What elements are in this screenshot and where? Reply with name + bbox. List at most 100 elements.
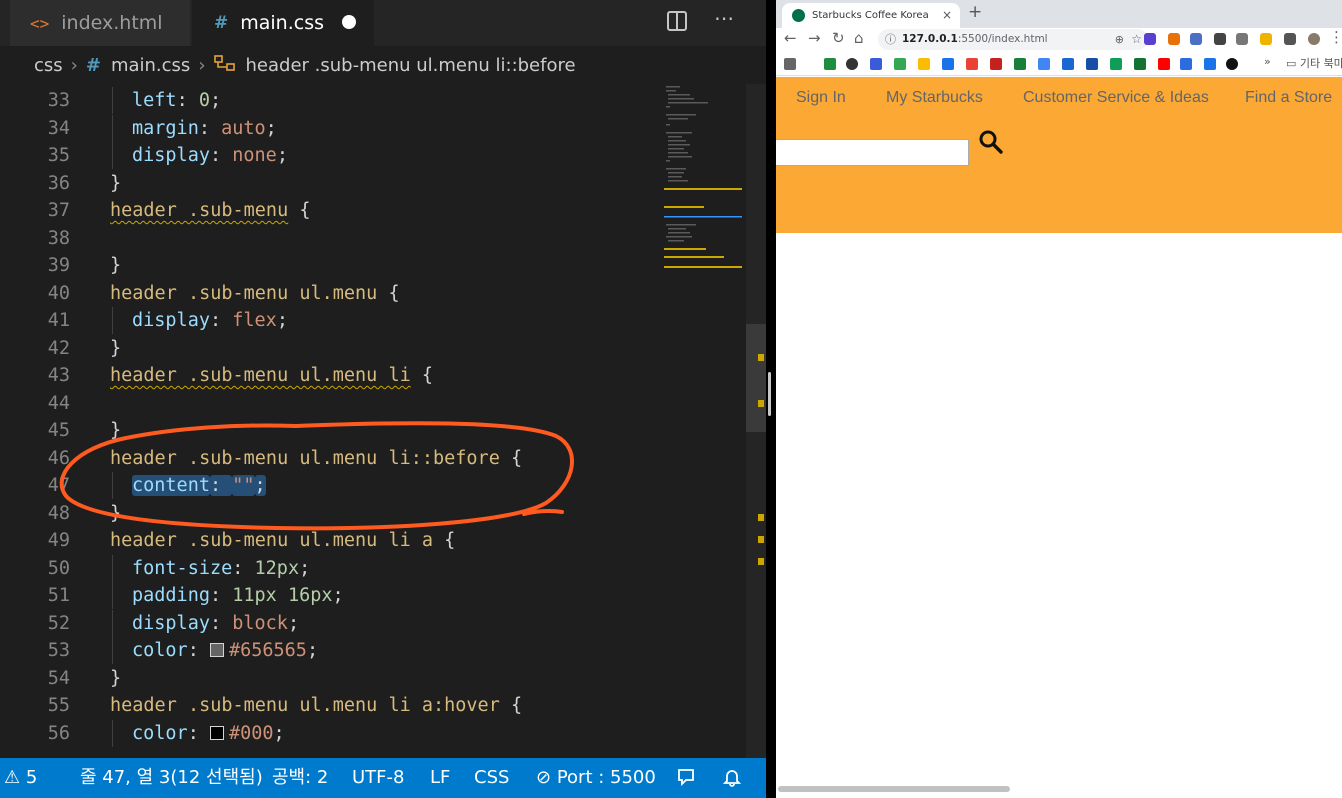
code-line[interactable]: 53 color: #656565; — [0, 637, 660, 664]
bookmark-icon[interactable] — [942, 58, 954, 70]
line-number[interactable]: 42 — [0, 335, 70, 362]
bookmark-icon[interactable] — [1134, 58, 1146, 70]
bookmark-icon[interactable] — [1180, 58, 1192, 70]
bookmark-icon[interactable] — [1086, 58, 1098, 70]
github-icon[interactable] — [1226, 58, 1238, 70]
submenu-sign-in[interactable]: Sign In — [796, 89, 846, 107]
apps-grid-icon[interactable] — [784, 58, 796, 70]
line-number[interactable]: 36 — [0, 170, 70, 197]
bookmark-icon[interactable] — [846, 58, 858, 70]
window-divider[interactable] — [766, 0, 776, 798]
more-actions-icon[interactable]: ⋯ — [714, 6, 736, 30]
line-number[interactable]: 44 — [0, 390, 70, 417]
new-tab-icon[interactable]: + — [968, 2, 982, 22]
submenu-my-starbucks[interactable]: My Starbucks — [886, 89, 983, 107]
bookmark-star-icon[interactable]: ☆ — [1131, 29, 1142, 50]
bookmark-icon[interactable] — [990, 58, 1002, 70]
line-number[interactable]: 46 — [0, 445, 70, 472]
home-icon[interactable]: ⌂ — [854, 29, 864, 47]
browser-tab[interactable]: Starbucks Coffee Korea × — [782, 3, 960, 28]
site-info-icon[interactable]: ⓘ — [885, 29, 896, 50]
code-line[interactable]: 45} — [0, 417, 660, 444]
line-number[interactable]: 38 — [0, 225, 70, 252]
breadcrumb-folder[interactable]: css — [34, 55, 63, 76]
horizontal-scrollbar[interactable] — [778, 786, 1010, 792]
bookmark-icon[interactable] — [894, 58, 906, 70]
encoding-status[interactable]: UTF-8 — [352, 758, 404, 798]
color-swatch[interactable] — [209, 725, 224, 740]
bookmark-icon[interactable] — [1204, 58, 1216, 70]
extension-icon[interactable] — [1168, 33, 1180, 45]
notifications-bell-icon[interactable] — [722, 758, 742, 798]
line-number[interactable]: 34 — [0, 115, 70, 142]
bookmark-icon[interactable] — [1110, 58, 1122, 70]
chrome-menu-icon[interactable]: ⋮ — [1329, 28, 1342, 46]
code-line[interactable]: 44 — [0, 390, 660, 417]
code-line[interactable]: 54} — [0, 665, 660, 692]
eol-status[interactable]: LF — [430, 758, 450, 798]
line-number[interactable]: 49 — [0, 527, 70, 554]
line-number[interactable]: 39 — [0, 252, 70, 279]
other-bookmarks-folder[interactable]: ▭ 기타 북마크 — [1286, 55, 1342, 71]
line-number[interactable]: 41 — [0, 307, 70, 334]
extension-icon[interactable] — [1236, 33, 1248, 45]
bookmark-icon[interactable] — [1062, 58, 1074, 70]
code-line[interactable]: 43 header .sub-menu ul.menu li { — [0, 362, 660, 389]
back-icon[interactable]: ← — [784, 29, 797, 47]
indentation-status[interactable]: 공백: 2 — [272, 758, 328, 798]
line-number[interactable]: 52 — [0, 610, 70, 637]
line-number[interactable]: 47 — [0, 472, 70, 499]
line-number[interactable]: 37 — [0, 197, 70, 224]
code-line[interactable]: 51 padding: 11px 16px; — [0, 582, 660, 609]
submenu-customer-service[interactable]: Customer Service & Ideas — [1023, 89, 1209, 107]
extensions-puzzle-icon[interactable] — [1284, 33, 1296, 45]
youtube-icon[interactable] — [1158, 58, 1170, 70]
reload-icon[interactable]: ↻ — [832, 29, 845, 47]
code-line[interactable]: 39} — [0, 252, 660, 279]
code-line[interactable]: 35 display: none; — [0, 142, 660, 169]
editor-scrollbar[interactable] — [746, 84, 766, 758]
line-number[interactable]: 53 — [0, 637, 70, 664]
code-line[interactable]: 38 — [0, 225, 660, 252]
tab-main-css[interactable]: # main.css — [192, 0, 374, 46]
minimap[interactable] — [660, 84, 746, 758]
extension-icon[interactable] — [1260, 33, 1272, 45]
search-icon[interactable] — [978, 129, 1004, 155]
resize-handle[interactable] — [768, 372, 771, 416]
line-number[interactable]: 50 — [0, 555, 70, 582]
breadcrumb-selector[interactable]: header .sub-menu ul.menu li::before — [246, 55, 576, 76]
code-line[interactable]: 37 header .sub-menu { — [0, 197, 660, 224]
line-number[interactable]: 43 — [0, 362, 70, 389]
code-line[interactable]: 33 left: 0; — [0, 87, 660, 114]
code-line[interactable]: 50 font-size: 12px; — [0, 554, 660, 582]
code-line[interactable]: 41 display: flex; — [0, 307, 660, 334]
line-number[interactable]: 56 — [0, 720, 70, 747]
code-line[interactable]: 48} — [0, 500, 660, 527]
language-mode[interactable]: CSS — [474, 758, 509, 798]
line-number[interactable]: 35 — [0, 142, 70, 169]
close-tab-icon[interactable]: × — [942, 3, 952, 28]
problems-status[interactable]: ⚠ 5 — [4, 758, 37, 798]
line-number[interactable]: 40 — [0, 280, 70, 307]
live-server-status[interactable]: ⊘ Port : 5500 — [536, 758, 656, 798]
code-line[interactable]: 56 color: #000; — [0, 719, 660, 747]
line-number[interactable]: 51 — [0, 582, 70, 609]
line-number[interactable]: 33 — [0, 87, 70, 114]
bookmark-icon[interactable] — [1014, 58, 1026, 70]
tab-index-html[interactable]: <> index.html — [10, 0, 190, 46]
line-number[interactable]: 54 — [0, 665, 70, 692]
line-number[interactable]: 45 — [0, 417, 70, 444]
line-number[interactable]: 48 — [0, 500, 70, 527]
bookmark-icon[interactable] — [870, 58, 882, 70]
bookmark-icon[interactable] — [966, 58, 978, 70]
forward-icon[interactable]: → — [808, 29, 821, 47]
code-line[interactable]: 55 header .sub-menu ul.menu li a:hover { — [0, 692, 660, 719]
unsaved-dot-icon[interactable] — [342, 15, 356, 29]
submenu-find-a-store[interactable]: Find a Store — [1245, 89, 1332, 107]
bookmark-icon[interactable] — [824, 58, 836, 70]
code-line[interactable]: 36} — [0, 170, 660, 197]
address-bar[interactable]: ⓘ 127.0.0.1:5500/index.html ⊕ ☆ — [878, 29, 1148, 50]
code-line[interactable]: 47 content: ""; — [0, 472, 660, 499]
scrollbar-thumb[interactable] — [746, 324, 766, 432]
more-bookmarks-chevron-icon[interactable]: » — [1264, 55, 1271, 68]
